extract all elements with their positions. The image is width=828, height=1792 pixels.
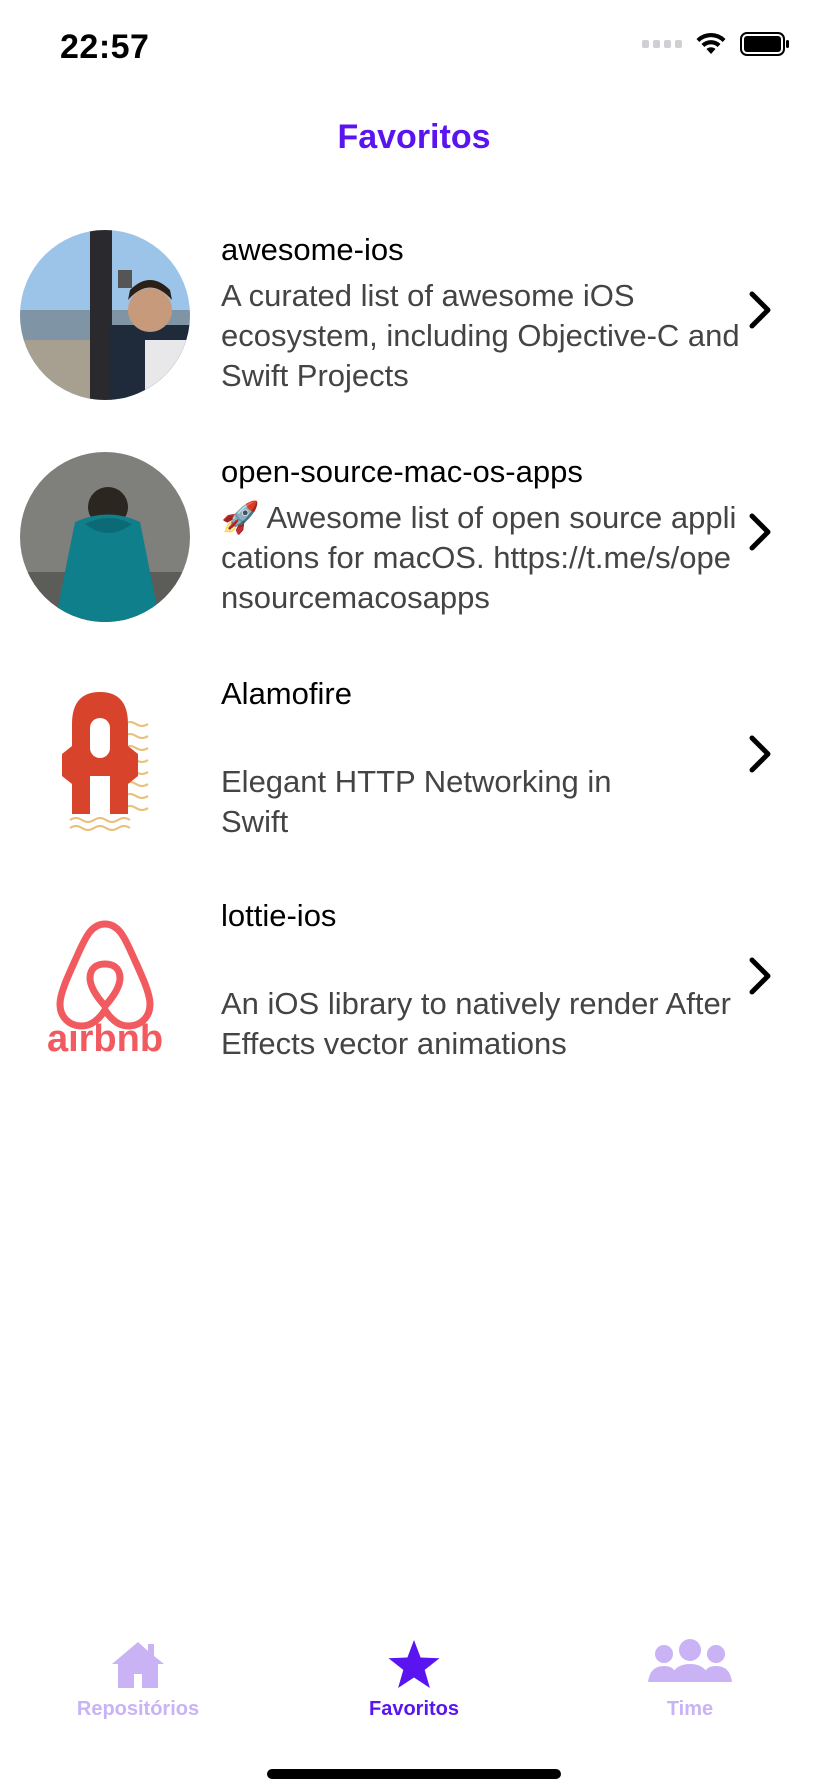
- wifi-icon: [696, 32, 726, 54]
- tab-favoritos[interactable]: Favoritos: [276, 1618, 552, 1728]
- repo-name: open-source-mac-os-apps: [221, 454, 583, 489]
- people-icon: [648, 1639, 732, 1682]
- tab-label: Time: [666, 1698, 714, 1720]
- tab-bar: Repositórios Favoritos Time: [0, 1618, 828, 1792]
- tab-repositorios[interactable]: Repositórios: [0, 1618, 276, 1728]
- list-item[interactable]: awesome-ios A curated list of awesome iO…: [0, 210, 828, 432]
- status-time: 22:57: [60, 28, 150, 66]
- list-item[interactable]: Alamofire Elegant HTTP Networking in Swi…: [0, 654, 828, 876]
- star-icon: [388, 1640, 440, 1688]
- repo-description: A curated list of awesome iOS ecosystem,…: [221, 278, 740, 393]
- tab-label: Favoritos: [368, 1698, 460, 1720]
- tab-label: Repositórios: [76, 1698, 200, 1720]
- chevron-right-icon[interactable]: [740, 280, 780, 340]
- page-title: Favoritos: [337, 118, 491, 156]
- cellular-signal-icon: [642, 40, 682, 48]
- chevron-right-icon[interactable]: [740, 946, 780, 1006]
- person-cable-car-avatar: [20, 230, 190, 400]
- tab-time[interactable]: Time: [552, 1618, 828, 1728]
- repo-name: lottie-ios: [221, 898, 337, 933]
- house-icon: [112, 1642, 164, 1688]
- list-item[interactable]: airbnb lottie-ios An iOS library to nati…: [0, 876, 828, 1098]
- chevron-right-icon[interactable]: [740, 724, 780, 784]
- airbnb-logo-text: airbnb: [47, 1018, 163, 1056]
- repo-description: 🚀 Awesome list of open source applicatio…: [221, 500, 737, 615]
- repo-name: awesome-ios: [221, 232, 404, 267]
- chevron-right-icon[interactable]: [740, 502, 780, 562]
- airbnb-logo: airbnb: [20, 896, 190, 1066]
- battery-icon: [740, 32, 789, 56]
- status-icons: [642, 32, 790, 56]
- repo-description: Elegant HTTP Networking in Swift: [221, 764, 612, 839]
- alamofire-logo: [20, 674, 190, 844]
- repo-name: Alamofire: [221, 676, 352, 711]
- status-bar: 22:57: [0, 0, 828, 100]
- list-item[interactable]: open-source-mac-os-apps 🚀 Awesome list o…: [0, 432, 828, 654]
- repo-description: An iOS library to natively render After …: [221, 986, 732, 1061]
- favorites-list: awesome-ios A curated list of awesome iO…: [0, 210, 828, 1098]
- home-indicator[interactable]: [267, 1769, 561, 1779]
- person-back-hoodie-avatar: [20, 452, 190, 622]
